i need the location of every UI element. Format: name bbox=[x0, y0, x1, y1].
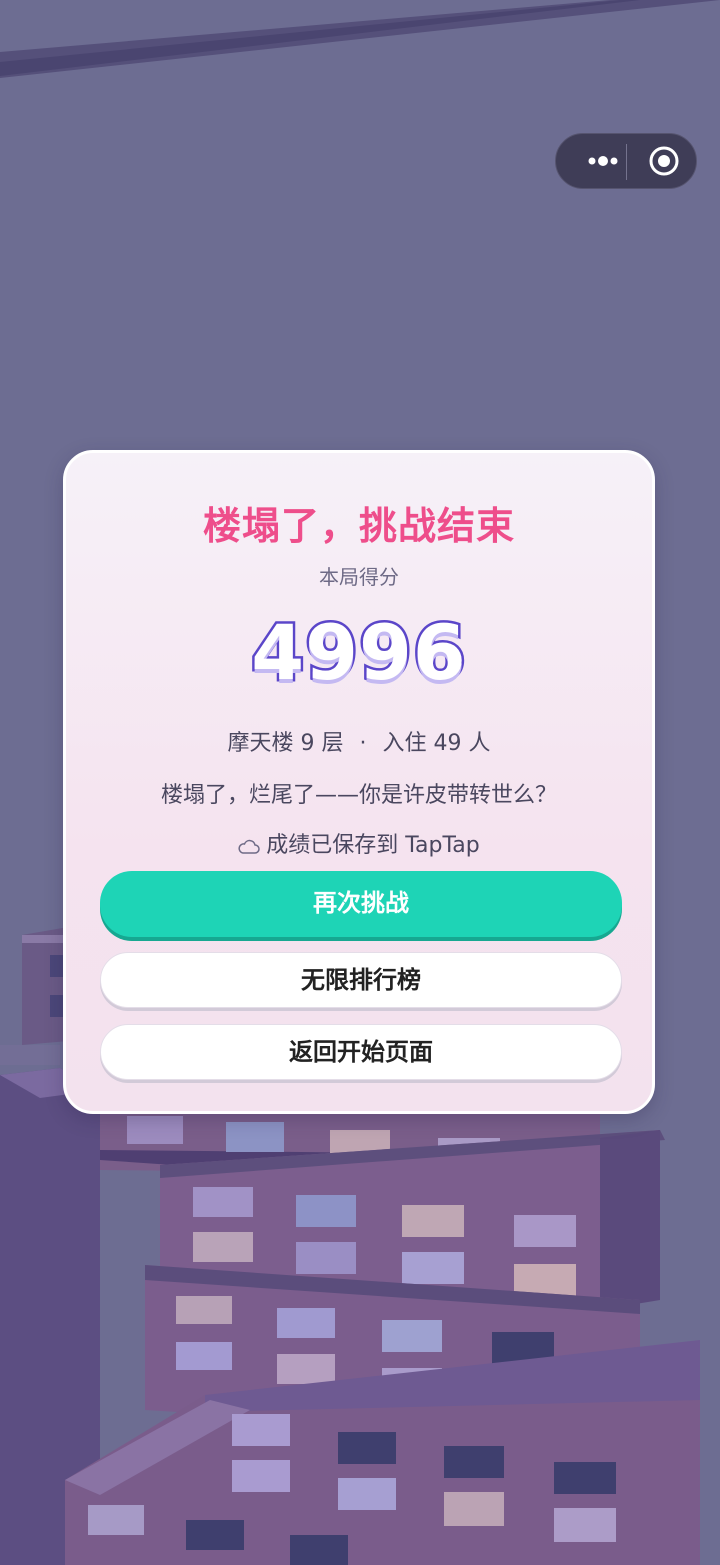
capsule-divider bbox=[626, 144, 627, 180]
back-to-start-button[interactable]: 返回开始页面 bbox=[100, 1024, 622, 1080]
mini-program-menu-capsule bbox=[555, 133, 697, 189]
leaderboard-button[interactable]: 无限排行榜 bbox=[100, 952, 622, 1008]
building-stats: 摩天楼 9 层 · 入住 49 人 bbox=[66, 725, 652, 757]
floor-count: 摩天楼 9 层 bbox=[227, 731, 344, 756]
dialog-title: 楼塌了，挑战结束 bbox=[202, 504, 515, 548]
result-quote: 楼塌了，烂尾了——你是许皮带转世么？ bbox=[160, 783, 557, 808]
more-dots-icon[interactable] bbox=[570, 142, 630, 180]
retry-button[interactable]: 再次挑战 bbox=[100, 871, 622, 937]
score-value: 4996 bbox=[249, 606, 469, 700]
cloud-icon bbox=[238, 839, 260, 854]
save-status: 成绩已保存到 TapTap bbox=[66, 827, 652, 859]
stats-separator: · bbox=[359, 731, 367, 756]
circle-target-icon[interactable] bbox=[640, 142, 688, 180]
game-over-dialog: 楼塌了，挑战结束 本局得分 4996 摩天楼 9 层 · 入住 49 人 楼塌了，烂… bbox=[63, 450, 655, 1114]
score-label: 本局得分 bbox=[319, 565, 399, 589]
resident-count: 入住 49 人 bbox=[382, 731, 491, 756]
save-status-text: 成绩已保存到 TapTap bbox=[266, 833, 480, 858]
tower-stack bbox=[65, 1108, 700, 1565]
